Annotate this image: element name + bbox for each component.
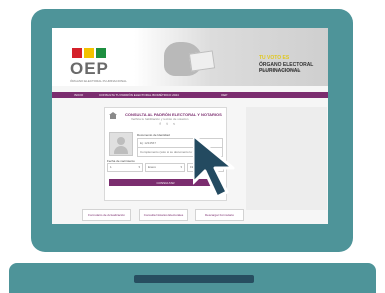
laptop-base [9, 263, 376, 293]
side-panel [246, 107, 327, 210]
day-value: 1 [110, 165, 112, 169]
site-header: OEP ÓRGANO ELECTORAL PLURINACIONAL TU VO… [52, 28, 328, 86]
hero-banner: TU VOTO ES ÓRGANO ELECTORAL PLURINACIONA… [134, 28, 328, 86]
notarios-button[interactable]: Consulta Notarios Electorales [139, 209, 188, 221]
nav-item-inicio[interactable]: INICIO [74, 93, 83, 97]
nav-item-oep[interactable]: OEP [221, 93, 227, 97]
id-label: Documento de Identidad [137, 133, 170, 137]
chevron-down-icon: ▾ [180, 165, 182, 169]
avatar-head [117, 137, 125, 145]
share-icon[interactable]: < [171, 121, 177, 126]
avatar-body [114, 146, 128, 154]
avatar [109, 132, 133, 156]
main-nav: INICIO CONSULTA TU PADRÓN ELECTORAL BIOM… [52, 92, 328, 98]
nav-item-consulta[interactable]: CONSULTA TU PADRÓN ELECTORAL BIOMÉTRICO … [99, 93, 179, 97]
formulario-button[interactable]: Formulario de Actualización [82, 209, 131, 221]
hero-ballot-image [188, 50, 216, 72]
descargar-button[interactable]: Descargar Formulario [195, 209, 244, 221]
month-value: Enero [148, 165, 157, 169]
flag-stripe-yellow [84, 48, 94, 58]
hero-title-tertiary: Estado Plurinacional de Bolivia [259, 68, 301, 72]
laptop-screen: OEP ÓRGANO ELECTORAL PLURINACIONAL TU VO… [52, 28, 328, 224]
twitter-icon[interactable]: t [164, 121, 170, 126]
oep-logo[interactable]: OEP [70, 59, 109, 79]
trackpad [134, 275, 254, 283]
hero-title-primary: TU VOTO ES [259, 55, 290, 61]
building-icon [109, 112, 117, 119]
logo-subtitle: ÓRGANO ELECTORAL PLURINACIONAL [70, 79, 127, 83]
flag-stripe-green [96, 48, 106, 58]
flag-stripe-red [72, 48, 82, 58]
facebook-icon[interactable]: f [157, 121, 163, 126]
cursor-arrow-icon [193, 135, 235, 199]
day-select[interactable]: 1 ▾ [107, 163, 143, 172]
chevron-down-icon: ▾ [138, 165, 140, 169]
month-select[interactable]: Enero ▾ [145, 163, 185, 172]
